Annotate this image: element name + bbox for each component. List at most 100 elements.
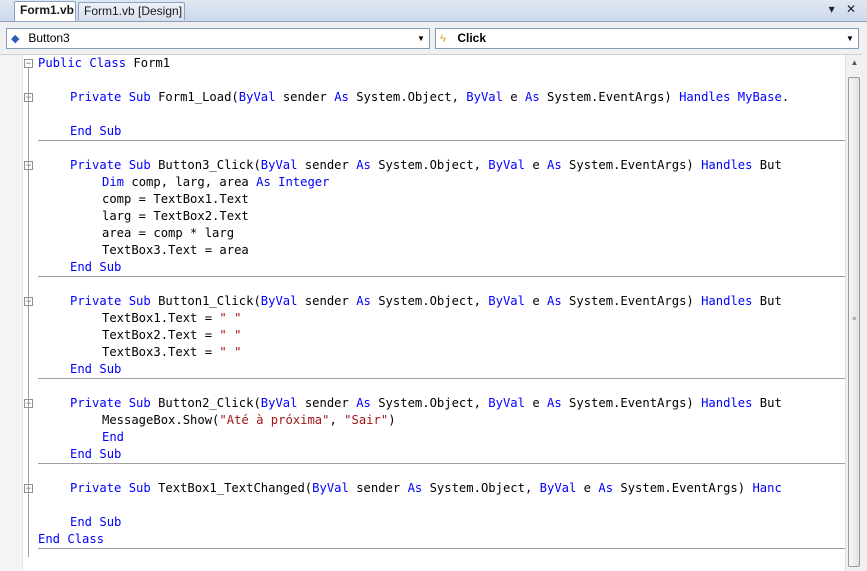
code-token: Button2_Click(: [158, 396, 261, 410]
event-dropdown-value: Click: [457, 31, 487, 45]
code-token: .: [781, 90, 790, 104]
code-token: sender: [282, 90, 335, 104]
code-line[interactable]: Private Sub TextBox1_TextChanged(ByVal s…: [70, 480, 782, 497]
code-line[interactable]: Dim comp, larg, area As Integer: [102, 174, 330, 191]
keyword-token: Handles: [701, 294, 760, 308]
code-line[interactable]: MessageBox.Show("Até à próxima", "Sair"): [102, 412, 396, 429]
code-token: MessageBox.Show(: [102, 413, 220, 427]
keyword-token: As: [547, 158, 570, 172]
keyword-token: Sub: [99, 447, 122, 461]
code-line[interactable]: End Sub: [70, 123, 121, 140]
code-line[interactable]: area = comp * larg: [102, 225, 234, 242]
code-line[interactable]: Private Sub Form1_Load(ByVal sender As S…: [70, 89, 789, 106]
code-line[interactable]: End Class: [38, 531, 104, 548]
code-token: sender: [304, 396, 357, 410]
code-token: ,: [329, 413, 345, 427]
code-token: System.Object,: [378, 158, 489, 172]
code-line[interactable]: Private Sub Button1_Click(ByVal sender A…: [70, 293, 782, 310]
string-token: "Até à próxima": [219, 413, 330, 427]
string-token: " ": [219, 345, 242, 359]
code-token: TextBox1.Text =: [102, 311, 220, 325]
keyword-token: Public: [38, 56, 90, 70]
event-dropdown[interactable]: ϟ Click ▼: [435, 28, 859, 49]
code-token: System.EventArgs): [620, 481, 753, 495]
tab-controls: ▾ ✕: [824, 2, 859, 16]
code-token: sender: [304, 294, 357, 308]
keyword-token: End: [70, 260, 100, 274]
code-token: Button1_Click(: [158, 294, 261, 308]
keyword-token: Private: [70, 158, 129, 172]
collapse-icon[interactable]: −: [24, 59, 33, 68]
code-token: System.EventArgs): [569, 158, 702, 172]
lightning-icon: ϟ: [440, 33, 446, 45]
code-token: System.EventArgs): [569, 294, 702, 308]
keyword-token: End: [70, 447, 100, 461]
window-edge: [862, 22, 867, 571]
keyword-token: ByVal: [466, 90, 511, 104]
code-lines[interactable]: Public Class Form1 Private Sub Form1_Load…: [38, 55, 845, 571]
code-line[interactable]: TextBox2.Text = " ": [102, 327, 241, 344]
code-token: But: [759, 396, 782, 410]
code-token: comp, larg, area: [131, 175, 257, 189]
code-token: TextBox1_TextChanged(: [158, 481, 313, 495]
code-line[interactable]: TextBox1.Text = " ": [102, 310, 241, 327]
keyword-token: Sub: [128, 158, 159, 172]
code-line[interactable]: comp = TextBox1.Text: [102, 191, 249, 208]
document-tab-strip: Form1.vb Form1.vb [Design] ▾ ✕: [0, 0, 867, 22]
code-token: But: [759, 158, 782, 172]
keyword-token: ByVal: [488, 294, 533, 308]
grip-icon: ≡: [852, 316, 857, 323]
keyword-token: ByVal: [539, 481, 584, 495]
code-token: e: [532, 396, 547, 410]
chevron-down-icon[interactable]: ▾: [824, 2, 840, 16]
procedure-separator: [38, 140, 845, 141]
code-line[interactable]: End Sub: [70, 446, 121, 463]
code-line[interactable]: Private Sub Button2_Click(ByVal sender A…: [70, 395, 782, 412]
code-editor[interactable]: −−−−−− Public Class Form1 Private Sub For…: [0, 55, 845, 571]
chevron-down-icon[interactable]: ▼: [413, 29, 429, 48]
code-navigation-bar: ◆ Button3 ▼ ϟ Click ▼: [0, 22, 867, 55]
code-line[interactable]: End: [102, 429, 124, 446]
code-token: comp = TextBox1.Text: [102, 192, 249, 206]
code-line[interactable]: larg = TextBox2.Text: [102, 208, 249, 225]
code-token: Form1: [133, 56, 171, 70]
keyword-token: As: [356, 158, 379, 172]
outlining-margin: −−−−−−: [24, 55, 38, 571]
string-token: " ": [219, 328, 242, 342]
keyword-token: ByVal: [312, 481, 357, 495]
keyword-token: Sub: [128, 294, 159, 308]
tab-form1-vb[interactable]: Form1.vb: [14, 1, 76, 21]
keyword-token: Private: [70, 90, 129, 104]
code-line[interactable]: End Sub: [70, 361, 121, 378]
close-icon[interactable]: ✕: [843, 2, 859, 16]
code-line[interactable]: Private Sub Button3_Click(ByVal sender A…: [70, 157, 782, 174]
indicator-margin: [0, 55, 23, 571]
code-token: TextBox2.Text =: [102, 328, 220, 342]
keyword-token: Private: [70, 481, 129, 495]
keyword-token: Handles: [701, 158, 760, 172]
keyword-token: As: [334, 90, 357, 104]
code-token: System.Object,: [378, 396, 489, 410]
scrollbar-thumb[interactable]: ≡: [848, 77, 860, 567]
code-line[interactable]: TextBox3.Text = " ": [102, 344, 241, 361]
vertical-scrollbar[interactable]: ▲ ≡: [845, 55, 863, 571]
code-token: ): [388, 413, 396, 427]
code-token: TextBox3.Text = area: [102, 243, 249, 257]
keyword-token: Handles: [701, 396, 760, 410]
object-dropdown[interactable]: ◆ Button3 ▼: [6, 28, 430, 49]
chevron-down-icon[interactable]: ▼: [842, 29, 858, 48]
tab-form1-design[interactable]: Form1.vb [Design]: [78, 2, 185, 20]
keyword-token: End: [102, 430, 125, 444]
code-token: Button3_Click(: [158, 158, 261, 172]
string-token: " ": [219, 311, 242, 325]
keyword-token: As: [256, 175, 279, 189]
keyword-token: As: [598, 481, 621, 495]
code-token: area = comp * larg: [102, 226, 235, 240]
code-line[interactable]: End Sub: [70, 259, 121, 276]
code-line[interactable]: Public Class Form1: [38, 55, 170, 72]
scroll-up-icon[interactable]: ▲: [846, 55, 863, 71]
code-line[interactable]: TextBox3.Text = area: [102, 242, 249, 259]
keyword-token: Sub: [99, 260, 122, 274]
procedure-separator: [38, 378, 845, 379]
code-line[interactable]: End Sub: [70, 514, 121, 531]
